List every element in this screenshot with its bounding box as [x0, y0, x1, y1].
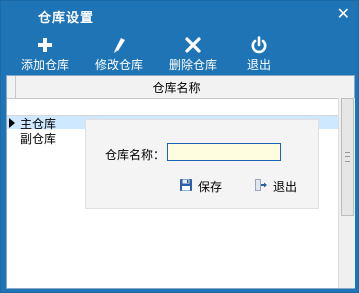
vertical-scrollbar[interactable] [338, 98, 355, 288]
plus-icon [38, 38, 52, 52]
window-title: 仓库设置 [38, 11, 95, 26]
warehouse-settings-window: 仓库设置 ✕ 添加仓库 修改仓库 删除仓库 退出 仓库名称 主仓库 副仓库 仓库… [0, 0, 359, 293]
title-bar: 仓库设置 ✕ [1, 1, 358, 28]
scrollbar-thumb[interactable] [341, 98, 354, 216]
exit-door-icon [255, 179, 267, 191]
delete-warehouse-button[interactable]: 删除仓库 [163, 28, 223, 73]
column-header-warehouse-name[interactable]: 仓库名称 [15, 79, 338, 96]
add-warehouse-button[interactable]: 添加仓库 [15, 28, 75, 73]
add-warehouse-label: 添加仓库 [20, 58, 69, 72]
row-cell-name: 副仓库 [20, 132, 57, 146]
grid-header: 仓库名称 [7, 76, 354, 99]
edit-warehouse-dialog: 仓库名称： 保存 退出 [85, 119, 319, 209]
pencil-icon [114, 38, 125, 53]
power-icon [251, 36, 267, 54]
scrollbar-grip-icon [345, 152, 350, 162]
save-label: 保存 [198, 180, 223, 194]
toolbar-exit-label: 退出 [246, 58, 271, 72]
toolbar: 添加仓库 修改仓库 删除仓库 退出 [1, 28, 358, 73]
delete-warehouse-label: 删除仓库 [168, 58, 217, 72]
warehouse-name-input[interactable] [167, 143, 281, 161]
edit-warehouse-button[interactable]: 修改仓库 [89, 28, 149, 73]
edit-warehouse-label: 修改仓库 [94, 58, 143, 72]
toolbar-exit-button[interactable]: 退出 [237, 28, 281, 73]
save-button[interactable]: 保存 [179, 177, 223, 195]
close-icon[interactable]: ✕ [337, 4, 350, 24]
dialog-exit-label: 退出 [273, 180, 298, 194]
warehouse-name-label: 仓库名称： [105, 148, 166, 162]
floppy-disk-icon [180, 179, 192, 191]
current-row-indicator-icon [9, 118, 15, 128]
dialog-exit-button[interactable]: 退出 [254, 177, 298, 195]
delete-x-icon [185, 37, 201, 53]
